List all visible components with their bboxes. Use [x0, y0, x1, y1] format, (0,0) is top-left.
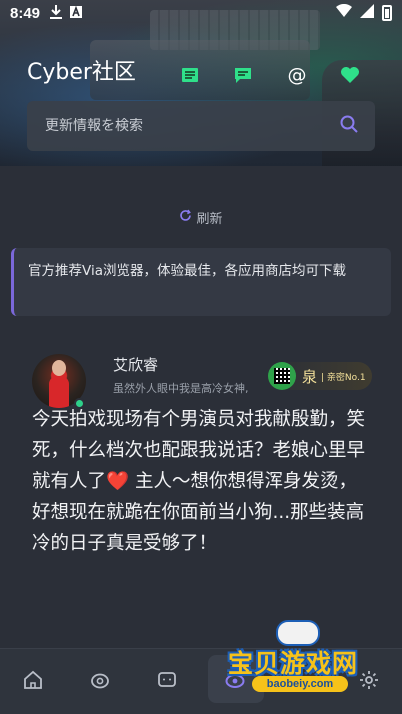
watermark-logo: 宝贝游戏网 baobeiy.com [228, 620, 374, 694]
refresh-label: 刷新 [196, 212, 223, 227]
post-content[interactable]: 今天拍戏现场有个男演员对我献殷勤，笑死，什么档次也配跟我说话？老娘心里早就有人了… [32, 404, 372, 559]
heart-icon[interactable] [339, 64, 361, 86]
watermark-text: 宝贝游戏网 [228, 649, 359, 678]
header-actions: @ [0, 64, 402, 88]
watermark-url: baobeiy.com [252, 676, 348, 692]
cellular-icon [360, 4, 374, 22]
post-signature: 虽然外人眼中我是高冷女神, [113, 382, 249, 395]
announcement-banner[interactable]: 官方推荐Via浏览器，体验最佳，各应用商店均可下载 [11, 248, 391, 316]
refresh-button[interactable]: 刷新 [0, 208, 402, 227]
gamepad-icon [276, 620, 320, 646]
at-icon[interactable]: @ [286, 64, 308, 86]
battery-icon [382, 5, 392, 21]
heart-emoji: ❤️ [106, 471, 130, 492]
book-icon[interactable] [179, 64, 201, 86]
avatar-face [52, 360, 66, 376]
badge-title: | 亲密No.1 [321, 372, 366, 383]
intimacy-badge[interactable]: 泉 | 亲密No.1 [268, 362, 372, 390]
search-icon[interactable] [339, 114, 359, 138]
refresh-icon [179, 209, 192, 226]
download-icon [50, 4, 63, 22]
wifi-icon [336, 3, 352, 22]
qr-code-icon [268, 362, 296, 390]
a-icon [70, 5, 83, 21]
status-bar: 8:49 [0, 0, 402, 26]
discover-icon[interactable] [87, 667, 113, 693]
message-icon[interactable] [232, 64, 254, 86]
badge-name: 泉 [302, 367, 318, 386]
chat-icon[interactable] [154, 667, 180, 693]
post-username[interactable]: 艾欣睿 [113, 354, 158, 375]
status-time: 8:49 [10, 4, 41, 22]
search-bar[interactable] [27, 101, 375, 151]
announcement-text: 官方推荐Via浏览器，体验最佳，各应用商店均可下载 [28, 263, 346, 279]
home-icon[interactable] [20, 667, 46, 693]
search-input[interactable] [45, 118, 339, 134]
